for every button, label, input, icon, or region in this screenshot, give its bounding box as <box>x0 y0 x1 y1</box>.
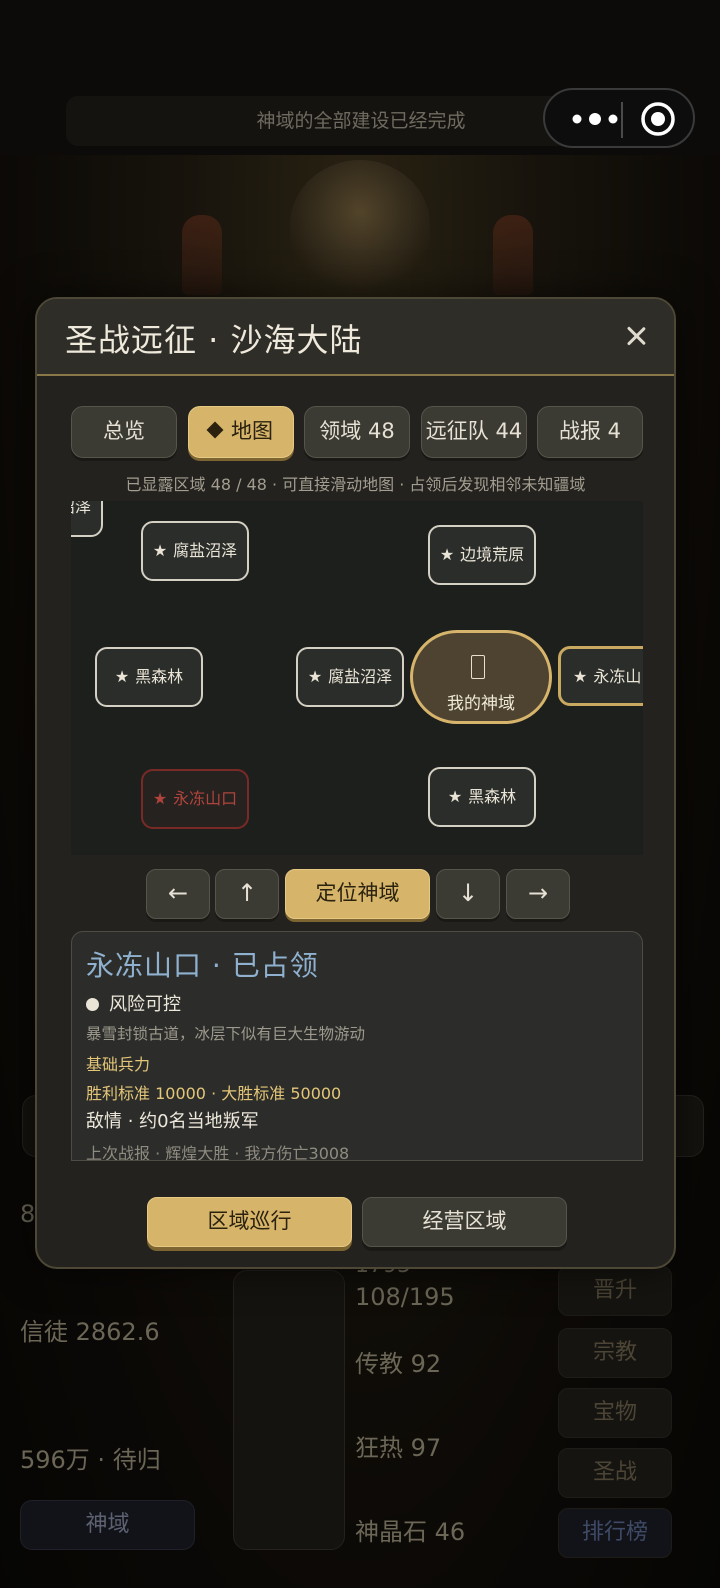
tab-overview[interactable]: 总览 <box>71 406 177 458</box>
star-icon: ★ <box>447 787 463 806</box>
bg-holywar-button: 圣战 <box>558 1448 672 1498</box>
star-icon: ★ <box>573 667 588 686</box>
last-battle-report: 上次战报 · 辉煌大胜 · 我方伤亡3008 <box>86 1144 350 1161</box>
star-icon: ★ <box>152 541 168 560</box>
map-node-salt-swamp-2[interactable]: ★ 腐盐沼泽 <box>296 647 404 707</box>
home-glyph-icon <box>471 655 485 679</box>
pan-right-button[interactable]: → <box>506 869 570 919</box>
region-title: 永冻山口 · 已占领 <box>86 949 319 982</box>
bg-value-2: 信徒 2862.6 <box>20 1318 160 1346</box>
manage-region-button[interactable]: 经营区域 <box>362 1197 567 1247</box>
map-node-label: 边境荒原 <box>460 545 525 564</box>
map-node-salt-swamp[interactable]: ★ 腐盐沼泽 <box>141 521 249 581</box>
bg-value-3: 596万 · 待归 <box>20 1446 161 1474</box>
bg-ranking-button: 排行榜 <box>558 1508 672 1558</box>
tab-map[interactable]: 地图 <box>188 406 294 458</box>
bg-value-1: 8 <box>20 1200 36 1228</box>
victory-standard: 胜利标准 10000 · 大胜标准 50000 <box>86 1084 342 1103</box>
region-detail-card: 永冻山口 · 已占领 风险可控 暴雪封锁古道，冰层下似有巨大生物游动 基础兵力 … <box>71 931 643 1161</box>
bg-treasure-button: 宝物 <box>558 1388 672 1438</box>
map-node-label: 腐盐沼泽 <box>173 541 238 560</box>
map-node-label: 黑森林 <box>468 787 517 806</box>
enemy-intel: 敌情 · 约0名当地叛军 <box>86 1111 259 1132</box>
map-node-label: 永冻山口 <box>593 667 643 686</box>
tab-map-label: 地图 <box>231 419 273 443</box>
region-patrol-button[interactable]: 区域巡行 <box>147 1197 352 1247</box>
close-icon[interactable] <box>621 321 651 351</box>
pan-down-button[interactable]: ↓ <box>436 869 500 919</box>
bg-promote-button: 晋升 <box>558 1266 672 1316</box>
statue-left <box>182 215 222 295</box>
map-node-frozen-pass-enemy[interactable]: ★ 永冻山口 <box>141 769 249 829</box>
map-node-label: 永冻山口 <box>173 789 238 808</box>
bg-stat-1: 108/195 <box>355 1283 455 1311</box>
map-node-swamp-edge[interactable]: 沼泽 <box>71 501 103 537</box>
map-node-label: 腐盐沼泽 <box>328 667 393 686</box>
more-icon[interactable] <box>563 106 627 132</box>
map-node-frozen-pass-owned[interactable]: ★ 永冻山口 <box>558 646 643 706</box>
tab-expedition-team[interactable]: 远征队 44 <box>421 406 527 458</box>
map-node-border-wasteland[interactable]: ★ 边境荒原 <box>428 525 536 585</box>
bg-stat-2: 传教 92 <box>355 1350 442 1378</box>
star-icon: ★ <box>152 789 168 808</box>
locate-home-button[interactable]: 定位神域 <box>285 869 430 919</box>
map-hint: 已显露区域 48 / 48 · 可直接滑动地图 · 占领后发现相邻未知疆域 <box>125 475 586 494</box>
pan-left-button[interactable]: ← <box>146 869 210 919</box>
map-node-label: 沼泽 <box>71 501 91 516</box>
bg-stat-4: 神晶石 46 <box>355 1518 466 1546</box>
star-icon: ★ <box>307 667 323 686</box>
bg-stat-3: 狂热 97 <box>355 1434 442 1462</box>
diamond-icon <box>206 421 224 439</box>
bg-religion-button: 宗教 <box>558 1328 672 1378</box>
region-map[interactable]: 沼泽 ★ 腐盐沼泽 ★ 边境荒原 ★ 黑森林 ★ 腐盐沼泽 ★ 永冻山口 ★ 永冻山口 ★ 黑… <box>71 501 643 855</box>
risk-dot-icon <box>86 998 99 1011</box>
map-node-label: 黑森林 <box>135 667 184 686</box>
home-domain-label: 我的神域 <box>447 694 515 714</box>
home-domain-node[interactable]: 我的神域 <box>410 630 552 724</box>
statue-right <box>493 215 533 295</box>
expedition-modal: 圣战远征 · 沙海大陆 总览 地图 领域 48 远征队 44 战报 4 已显露区… <box>35 297 676 1269</box>
risk-level: 风险可控 <box>86 990 181 1016</box>
force-label: 基础兵力 <box>86 1055 151 1074</box>
tab-battle-report[interactable]: 战报 4 <box>537 406 643 458</box>
bg-shenyu-button: 神域 <box>20 1500 195 1550</box>
deity-figure <box>290 160 430 290</box>
region-description: 暴雪封锁古道，冰层下似有巨大生物游动 <box>86 1025 366 1043</box>
star-icon: ★ <box>114 667 130 686</box>
modal-header: 圣战远征 · 沙海大陆 <box>37 299 674 376</box>
mini-program-capsule[interactable] <box>543 88 695 148</box>
close-program-icon[interactable] <box>640 101 676 137</box>
risk-label: 风险可控 <box>109 994 181 1015</box>
map-node-black-forest[interactable]: ★ 黑森林 <box>95 647 203 707</box>
bg-portrait-frame <box>233 1270 345 1550</box>
modal-title: 圣战远征 · 沙海大陆 <box>65 321 363 359</box>
tab-territory[interactable]: 领域 48 <box>304 406 410 458</box>
pan-up-button[interactable]: ↑ <box>215 869 279 919</box>
capsule-divider <box>621 102 623 138</box>
star-icon: ★ <box>439 545 455 564</box>
map-node-black-forest-2[interactable]: ★ 黑森林 <box>428 767 536 827</box>
